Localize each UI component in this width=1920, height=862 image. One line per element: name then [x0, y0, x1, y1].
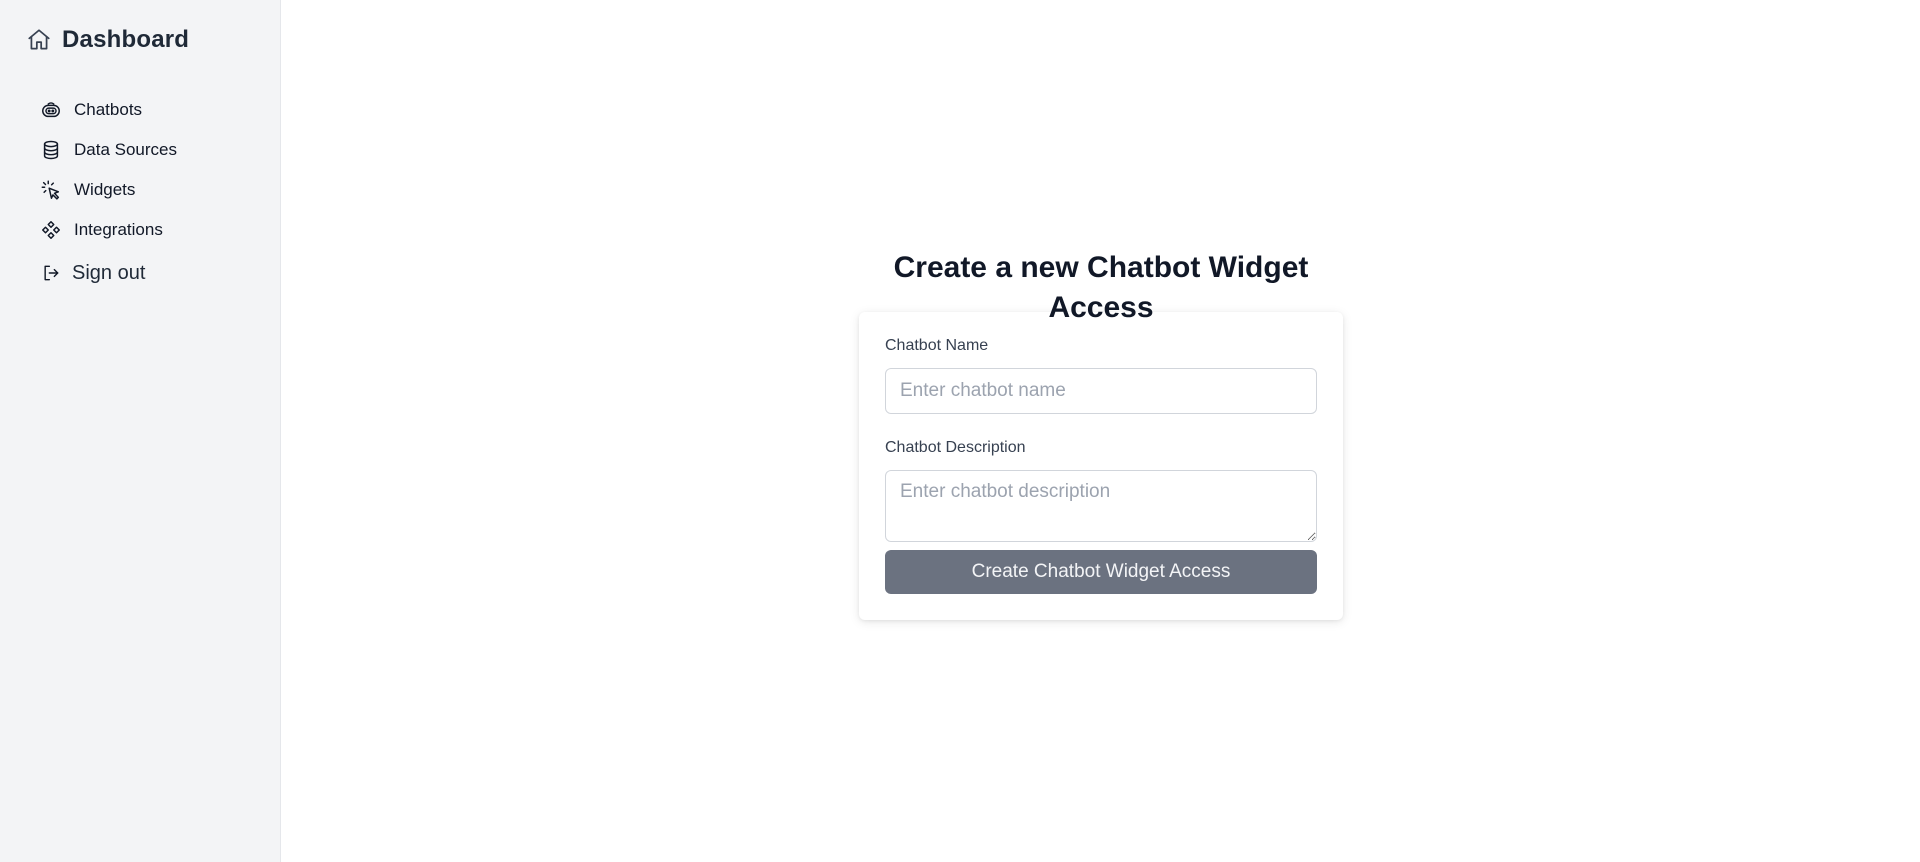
integrations-icon: [40, 219, 62, 241]
app: Dashboard Chatbots Data Sources Widgets …: [0, 0, 1920, 862]
sidebar-item-chatbots[interactable]: Chatbots: [40, 90, 280, 130]
sidebar-item-label: Widgets: [74, 180, 136, 199]
main-content: Create a new Chatbot Widget Access Chatb…: [281, 0, 1920, 862]
page-title: Create a new Chatbot Widget Access: [893, 251, 1309, 324]
sidebar-nav: Chatbots Data Sources Widgets Integratio…: [0, 90, 280, 294]
sidebar-item-label: Chatbots: [74, 100, 143, 119]
home-icon: [26, 27, 52, 53]
cursor-click-icon: [40, 179, 62, 201]
dashboard-title: Dashboard: [62, 26, 190, 53]
form-section: Create a new Chatbot Widget Access Chatb…: [859, 248, 1343, 620]
sidebar-item-integrations[interactable]: Integrations: [40, 210, 280, 250]
sidebar-item-label: Data Sources: [74, 140, 177, 159]
sidebar-item-label: Integrations: [74, 220, 163, 239]
sidebar: Dashboard Chatbots Data Sources Widgets …: [0, 0, 281, 862]
chatbot-name-input[interactable]: [885, 368, 1317, 414]
sign-out-icon: [40, 262, 62, 284]
sidebar-item-widgets[interactable]: Widgets: [40, 170, 280, 210]
database-icon: [40, 139, 62, 161]
chatbot-description-input[interactable]: [885, 470, 1317, 542]
sidebar-item-data-sources[interactable]: Data Sources: [40, 130, 280, 170]
chatbot-description-label: Chatbot Description: [885, 439, 1026, 456]
robot-icon: [40, 99, 62, 121]
chatbot-name-label: Chatbot Name: [885, 337, 989, 354]
sign-out-button[interactable]: Sign out: [40, 252, 280, 294]
sign-out-label: Sign out: [72, 261, 146, 284]
dashboard-link[interactable]: Dashboard: [0, 24, 280, 56]
create-widget-form: Chatbot Name Chatbot Description Create …: [859, 312, 1343, 620]
create-widget-access-button[interactable]: Create Chatbot Widget Access: [885, 550, 1317, 594]
